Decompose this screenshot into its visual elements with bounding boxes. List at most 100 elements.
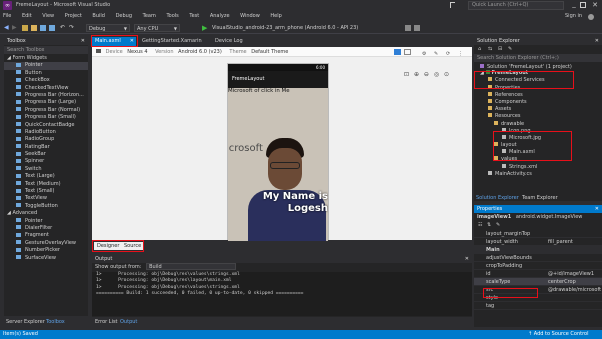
property-value[interactable]: centerCrop (548, 278, 576, 285)
alphabetical-icon[interactable]: ⇅ (487, 222, 491, 228)
open-icon[interactable] (31, 25, 37, 31)
tree-solution-node[interactable]: Solution 'FremeLayout' (1 project) (474, 63, 602, 70)
portrait-toggle-icon[interactable] (394, 49, 401, 55)
redo-icon[interactable]: ↷ (69, 24, 74, 31)
device-manager-icon[interactable] (405, 25, 411, 31)
property-row[interactable]: layout_width fill_parent (474, 238, 602, 246)
property-value[interactable]: fill_parent (548, 238, 573, 245)
toolbox-item[interactable]: Fragment (4, 232, 88, 239)
emulator-icon[interactable] (414, 25, 420, 31)
close-icon[interactable]: ✕ (81, 37, 85, 45)
toolbox-item[interactable]: Progress Bar (Small) (4, 114, 88, 121)
maximize-button[interactable] (580, 2, 586, 8)
toolbox-item[interactable]: Switch (4, 166, 88, 173)
toolbox-item[interactable]: RadioButton (4, 129, 88, 136)
home-icon[interactable]: ⌂ (478, 46, 481, 52)
quick-launch-input[interactable]: Quick Launch (Ctrl+Q) (468, 1, 564, 10)
toolbox-item[interactable]: SeekBar (4, 151, 88, 158)
property-row[interactable]: adjustViewBounds (474, 254, 602, 262)
properties-object-row[interactable]: imageView1 android.widget.ImageView (474, 213, 602, 222)
wrench-icon[interactable]: ✎ (508, 46, 512, 52)
toolbox-item[interactable]: TextView (4, 195, 88, 202)
toolbox-item[interactable]: RadioGroup (4, 136, 88, 143)
toolbox-item[interactable]: CheckedTextView (4, 85, 88, 92)
toolbox-item[interactable]: Text (Medium) (4, 181, 88, 188)
config-dropdown[interactable]: Debug ▼ (86, 24, 130, 32)
undo-icon[interactable]: ↶ (60, 24, 65, 31)
tree-node[interactable]: Resources (474, 113, 602, 120)
tree-node[interactable]: MainActivity.cs (474, 170, 602, 178)
notification-flag-icon[interactable] (450, 2, 455, 8)
toolbox-item[interactable]: Progress Bar (Horizon... (4, 92, 88, 99)
toolbox-item[interactable]: Progress Bar (Normal) (4, 107, 88, 114)
menu-edit[interactable]: Edit (22, 13, 32, 19)
resources-icon[interactable]: ⚙ (422, 49, 426, 59)
toolbox-item[interactable]: CheckBox (4, 77, 88, 84)
save-icon[interactable] (40, 25, 46, 31)
tab-getting-started[interactable]: GettingStarted.Xamarin (139, 37, 205, 46)
tab-device-log[interactable]: Device Log (212, 37, 246, 46)
close-button[interactable]: ✕ (590, 0, 600, 10)
run-target-label[interactable]: VisualStudio_android-23_arm_phone (Andro… (212, 25, 358, 31)
toolbox-tab[interactable]: Toolbox (46, 319, 65, 325)
toolbox-group-advanced[interactable]: ◢ Advanced (4, 210, 88, 217)
refresh-icon[interactable]: ⟳ (446, 49, 450, 59)
settings-icon[interactable]: ⋮ (458, 49, 463, 59)
landscape-toggle-icon[interactable] (404, 49, 411, 55)
solution-explorer-tab[interactable]: Solution Explorer (476, 195, 519, 201)
platform-dropdown[interactable]: Any CPU ▼ (134, 24, 180, 32)
toolbox-item[interactable]: ToggleButton (4, 203, 88, 210)
forward-icon[interactable]: ▶ (12, 24, 17, 31)
solution-search-input[interactable]: Search Solution Explorer (Ctrl+;) (474, 54, 602, 62)
brush-icon[interactable]: ✎ (434, 49, 438, 59)
categorized-icon[interactable]: ☷ (478, 222, 482, 228)
source-control-button[interactable]: ↑ Add to Source Control (528, 330, 589, 339)
version-value[interactable]: Android 6.0 (v23) (178, 49, 222, 55)
zoom-actual-icon[interactable]: ◎ (434, 71, 439, 78)
run-icon[interactable]: ▶ (202, 24, 207, 32)
account-icon[interactable] (588, 14, 594, 20)
toolbox-search-input[interactable]: Search Toolbox (4, 46, 88, 54)
output-source-dropdown[interactable]: Build (146, 263, 237, 270)
property-row[interactable]: id @+id/imageView1 (474, 270, 602, 278)
close-icon[interactable]: ✕ (595, 37, 599, 45)
menu-debug[interactable]: Debug (116, 13, 132, 19)
zoom-in-icon[interactable]: ⊕ (414, 71, 419, 78)
zoom-fit-icon[interactable]: ⊡ (404, 71, 409, 78)
collapse-icon[interactable]: ⊟ (498, 46, 502, 52)
error-list-tab[interactable]: Error List (95, 319, 118, 325)
property-row[interactable]: cropToPadding (474, 262, 602, 270)
sign-in-link[interactable]: Sign in (565, 11, 582, 22)
property-row[interactable]: tag (474, 302, 602, 310)
output-text[interactable]: 1> Processing: obj\Debug\res\values\stri… (92, 272, 472, 316)
back-icon[interactable]: ◀ (4, 24, 9, 31)
toolbox-item[interactable]: QuickContactBadge (4, 122, 88, 129)
property-row[interactable]: layout_marginTop (474, 230, 602, 238)
menu-help[interactable]: Help (270, 13, 281, 19)
menu-analyze[interactable]: Analyze (210, 13, 230, 19)
close-icon[interactable]: ✕ (465, 255, 469, 263)
menu-window[interactable]: Window (240, 13, 260, 19)
toolbox-item[interactable]: Spinner (4, 158, 88, 165)
toolbox-item[interactable]: Progress Bar (Large) (4, 99, 88, 106)
menu-view[interactable]: View (42, 13, 54, 19)
property-value[interactable]: @+id/imageView1 (548, 270, 594, 277)
theme-value[interactable]: Default Theme (251, 49, 288, 55)
device-value[interactable]: Nexus 4 (127, 49, 147, 55)
server-explorer-tab[interactable]: Server Explorer (6, 319, 45, 325)
menu-build[interactable]: Build (92, 13, 105, 19)
sync-icon[interactable]: ⇆ (488, 46, 492, 52)
toolbox-item[interactable]: DialerFilter (4, 225, 88, 232)
tree-node[interactable]: drawable (474, 120, 602, 128)
toolbox-item[interactable]: Text (Large) (4, 173, 88, 180)
property-value[interactable]: @drawable/microsoft (548, 286, 601, 293)
zoom-out-icon[interactable]: ⊖ (424, 71, 429, 78)
menu-team[interactable]: Team (143, 13, 156, 19)
menu-tools[interactable]: Tools (166, 13, 178, 19)
toolbox-item[interactable]: Pointer (4, 62, 88, 70)
tree-node[interactable]: Components (474, 98, 602, 106)
close-icon[interactable]: ✕ (595, 205, 599, 213)
toolbox-item[interactable]: NumberPicker (4, 247, 88, 254)
toolbox-item[interactable]: Text (Small) (4, 188, 88, 195)
toolbox-item[interactable]: RatingBar (4, 144, 88, 151)
